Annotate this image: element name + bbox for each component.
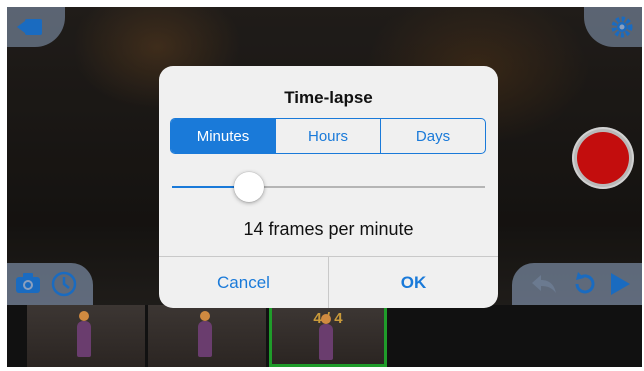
frame-figure-head: [79, 311, 89, 321]
ok-button[interactable]: OK: [328, 257, 498, 308]
interval-unit-selector: Minutes Hours Days: [170, 118, 486, 154]
camera-icon: [16, 273, 40, 293]
undo-button[interactable]: [530, 271, 558, 300]
replay-icon: [575, 272, 595, 294]
dialog-buttons: Cancel OK: [159, 256, 498, 308]
slider-thumb[interactable]: [234, 172, 264, 202]
clock-icon: [51, 271, 77, 297]
record-button[interactable]: [572, 127, 634, 189]
segment-hours[interactable]: Hours: [276, 119, 381, 153]
play-icon: [611, 273, 630, 295]
filmstrip-frame-selected[interactable]: 4 / 4: [269, 305, 387, 367]
undo-icon: [532, 275, 556, 293]
frame-figure: [319, 324, 333, 360]
cancel-button[interactable]: Cancel: [159, 257, 328, 308]
right-toolbar: [512, 263, 642, 305]
gear-icon: [611, 16, 633, 38]
segment-days[interactable]: Days: [381, 119, 485, 153]
switch-camera-icon: [17, 19, 42, 35]
timelapse-button[interactable]: [51, 271, 77, 302]
filmstrip-frame[interactable]: [148, 305, 266, 367]
timelapse-dialog: Time-lapse Minutes Hours Days 14 frames …: [159, 66, 498, 308]
segment-minutes[interactable]: Minutes: [171, 119, 276, 153]
filmstrip-frame[interactable]: [27, 305, 145, 367]
play-button[interactable]: [608, 271, 632, 302]
frame-figure-head: [200, 311, 210, 321]
frame-figure: [77, 321, 91, 357]
filmstrip: 4 / 4: [7, 305, 642, 367]
record-dot: [577, 132, 629, 184]
dialog-title: Time-lapse: [284, 88, 373, 107]
frame-rate-slider[interactable]: [172, 172, 485, 202]
frame-figure: [198, 321, 212, 357]
camera-button[interactable]: [15, 271, 41, 300]
frame-figure-head: [321, 314, 331, 324]
replay-button[interactable]: [572, 271, 598, 302]
frames-per-minute-label: 14 frames per minute: [243, 219, 414, 239]
left-toolbar: [7, 263, 93, 305]
